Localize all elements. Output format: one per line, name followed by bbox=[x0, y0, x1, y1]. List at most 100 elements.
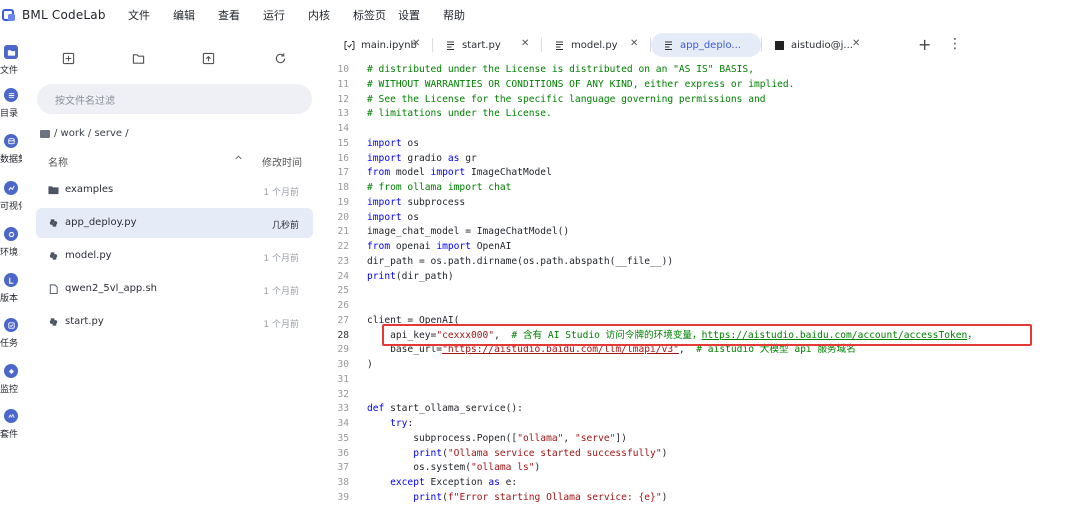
tab-start.py[interactable]: start.py ✕ bbox=[433, 33, 541, 57]
line-number: 10 bbox=[337, 64, 349, 75]
chart-icon bbox=[4, 181, 18, 195]
file-row-app_deploy.py[interactable]: app_deploy.py 几秒前 bbox=[36, 208, 313, 238]
column-modified[interactable]: 修改时间 bbox=[262, 154, 302, 169]
terminal-icon bbox=[774, 40, 785, 51]
activity-item-可视化[interactable]: 可视化 bbox=[0, 181, 27, 212]
new-folder-icon[interactable] bbox=[130, 50, 146, 66]
activity-item-版本[interactable]: 版本 bbox=[0, 273, 22, 304]
line-number: 28 bbox=[337, 329, 349, 341]
close-icon[interactable]: ✕ bbox=[630, 38, 638, 50]
activity-bar: 文件目录数据集可视化环境版本任务监控套件 bbox=[0, 30, 28, 510]
code-line-13: 13 # limitations under the License. bbox=[322, 107, 1080, 122]
line-number: 38 bbox=[337, 477, 349, 488]
tab-label: app_deplo... bbox=[680, 39, 741, 51]
code-text: image_chat_model = ImageChatModel() bbox=[367, 226, 570, 238]
tab-label: main.ipynb bbox=[361, 39, 417, 51]
file-list-header: 名称 修改时间 bbox=[22, 150, 322, 172]
line-number: 30 bbox=[337, 359, 349, 370]
sort-chevron-up-icon[interactable] bbox=[234, 153, 243, 165]
activity-label: 监控 bbox=[0, 385, 19, 395]
list-icon bbox=[4, 88, 18, 102]
code-line-23: 23 dir_path = os.path.dirname(os.path.abs… bbox=[322, 255, 1080, 270]
close-icon[interactable]: ✕ bbox=[521, 38, 529, 50]
tab-aistudio@j...[interactable]: aistudio@j... ✕ bbox=[762, 33, 872, 57]
tab-main.ipynb[interactable]: main.ipynb ✕ bbox=[332, 33, 432, 57]
code-line-39: 39 print(f"Error starting Ollama service… bbox=[322, 491, 1080, 506]
file-filter-placeholder: 按文件名过滤 bbox=[55, 96, 115, 107]
code-line-19: 19 import subprocess bbox=[322, 196, 1080, 211]
code-text: try: bbox=[390, 418, 414, 429]
activity-item-环境[interactable]: 环境 bbox=[0, 227, 22, 258]
file-row-start.py[interactable]: start.py 1 个月前 bbox=[36, 307, 313, 337]
activity-label: 数据集 bbox=[0, 155, 28, 165]
code-text: # WITHOUT WARRANTIES OR CONDITIONS OF AN… bbox=[367, 78, 795, 90]
tab-model.py[interactable]: model.py ✕ bbox=[542, 33, 650, 57]
code-line-35: 35 subprocess.Popen(["ollama", "serve"]) bbox=[322, 432, 1080, 447]
line-number: 20 bbox=[337, 211, 349, 223]
folder-icon bbox=[4, 45, 18, 59]
main-menu: 文件 编辑 查看 运行 内核 标签页 设置 帮助 bbox=[128, 7, 488, 23]
file-row-model.py[interactable]: model.py 1 个月前 bbox=[36, 241, 313, 271]
bml-logo-icon bbox=[2, 9, 15, 21]
code-line-15: 15 import os bbox=[322, 137, 1080, 152]
code-line-24: 24 print(dir_path) bbox=[322, 270, 1080, 285]
close-icon[interactable]: ✕ bbox=[412, 38, 420, 50]
column-name[interactable]: 名称 bbox=[48, 154, 68, 169]
menu-item-7[interactable]: 帮助 bbox=[443, 7, 488, 23]
file-explorer: 按文件名过滤 / work / serve / 名称 修改时间 examples… bbox=[22, 30, 322, 510]
code-text: def start_ollama_service(): bbox=[367, 403, 523, 415]
activity-item-目录[interactable]: 目录 bbox=[0, 88, 22, 119]
file-modified-time: 1 个月前 bbox=[263, 188, 299, 198]
upload-icon[interactable] bbox=[200, 50, 216, 66]
menu-item-5[interactable]: 标签页 bbox=[353, 7, 398, 23]
close-icon[interactable]: ✕ bbox=[852, 38, 860, 50]
line-number: 32 bbox=[337, 388, 349, 400]
line-number: 26 bbox=[337, 300, 349, 311]
file-modified-time: 几秒前 bbox=[271, 221, 299, 231]
code-editor[interactable]: 10 # distributed under the License is dis… bbox=[322, 60, 1080, 510]
activity-item-数据集[interactable]: 数据集 bbox=[0, 134, 28, 165]
menu-item-0[interactable]: 文件 bbox=[128, 7, 173, 23]
file-name: model.py bbox=[65, 250, 112, 261]
file-modified-time: 1 个月前 bbox=[263, 287, 299, 297]
code-text: subprocess.Popen(["ollama", "serve"]) bbox=[367, 432, 627, 444]
menu-item-3[interactable]: 运行 bbox=[263, 7, 308, 23]
file-modified-time: 1 个月前 bbox=[263, 320, 299, 330]
add-tab-icon[interactable]: + bbox=[918, 35, 931, 54]
activity-item-监控[interactable]: 监控 bbox=[0, 364, 22, 395]
activity-label: 版本 bbox=[0, 294, 19, 304]
activity-item-文件[interactable]: 文件 bbox=[0, 45, 22, 76]
activity-item-套件[interactable]: 套件 bbox=[0, 409, 22, 440]
menu-item-2[interactable]: 查看 bbox=[218, 7, 263, 23]
app-title: BML CodeLab bbox=[22, 8, 106, 22]
tab-label: start.py bbox=[462, 39, 501, 51]
line-number: 24 bbox=[337, 270, 349, 282]
menu-item-4[interactable]: 内核 bbox=[308, 7, 353, 23]
file-row-examples[interactable]: examples 1 个月前 bbox=[36, 175, 313, 205]
code-line-10: 10 # distributed under the License is dis… bbox=[322, 63, 1080, 78]
line-number: 37 bbox=[337, 462, 349, 474]
menu-item-6[interactable]: 设置 bbox=[398, 7, 443, 23]
code-line-26: 26 bbox=[322, 299, 1080, 314]
line-number: 36 bbox=[337, 447, 349, 459]
file-name: app_deploy.py bbox=[65, 217, 137, 228]
line-number: 18 bbox=[337, 182, 349, 193]
code-text: # from ollama import chat bbox=[367, 182, 512, 193]
line-number: 25 bbox=[337, 285, 349, 297]
code-line-36: 36 print("Ollama service started success… bbox=[322, 447, 1080, 462]
code-text: print(f"Error starting Ollama service: {… bbox=[413, 491, 668, 503]
code-text: import gradio as gr bbox=[367, 152, 477, 164]
explorer-toolbar bbox=[22, 50, 322, 70]
file-row-qwen2_5vl_app.sh[interactable]: qwen2_5vl_app.sh 1 个月前 bbox=[36, 274, 313, 304]
activity-item-任务[interactable]: 任务 bbox=[0, 318, 22, 349]
menu-item-1[interactable]: 编辑 bbox=[173, 7, 218, 23]
refresh-icon[interactable] bbox=[272, 50, 288, 66]
line-number: 17 bbox=[337, 167, 349, 179]
activity-label: 文件 bbox=[0, 66, 19, 76]
file-filter-input[interactable]: 按文件名过滤 bbox=[37, 84, 312, 114]
breadcrumb[interactable]: / work / serve / bbox=[40, 128, 129, 139]
new-file-icon[interactable] bbox=[60, 50, 76, 66]
tab-app_deplo...[interactable]: app_deplo... bbox=[651, 33, 761, 57]
more-vertical-icon[interactable]: ⋮ bbox=[948, 36, 962, 52]
line-number: 21 bbox=[337, 226, 349, 238]
